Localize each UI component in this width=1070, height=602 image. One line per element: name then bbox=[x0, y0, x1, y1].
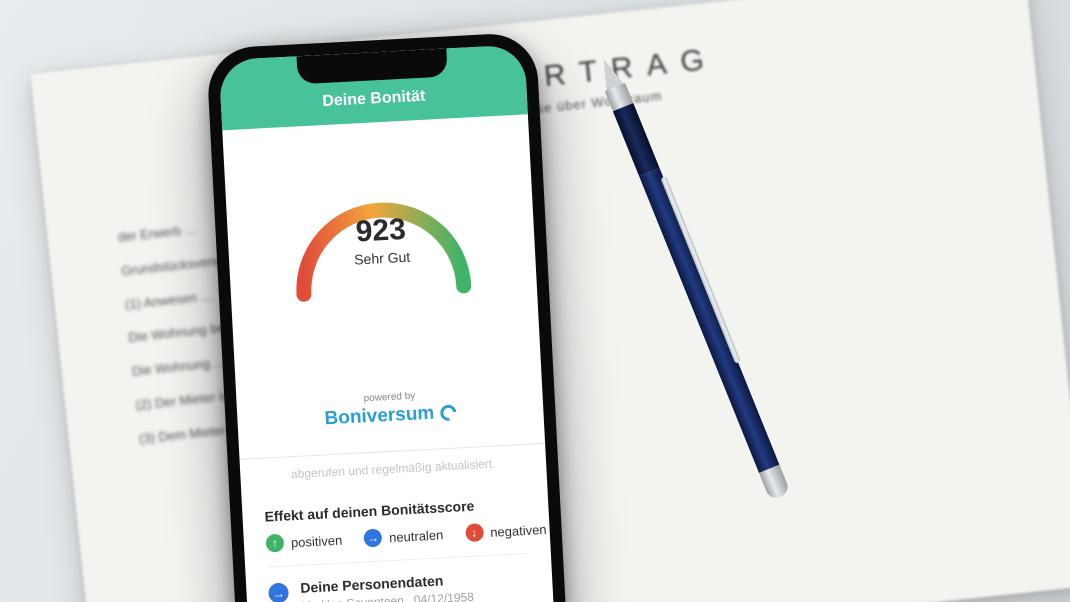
app-header-title: Deine Bonität bbox=[322, 88, 426, 110]
personal-data-row[interactable]: → Deine Personendaten Mr. Uno Seventeen … bbox=[267, 553, 532, 602]
credit-score-gauge: 923 Sehr Gut powered by Boniversum bbox=[222, 114, 544, 445]
legend-positive-label: positiven bbox=[291, 532, 343, 550]
brand-logo: Boniversum bbox=[324, 401, 457, 430]
arrow-right-icon: → bbox=[364, 529, 383, 548]
update-note: abgerufen und regelmäßig aktualisiert. bbox=[240, 444, 548, 498]
legend-neutral: → neutralen bbox=[364, 525, 444, 547]
arrow-right-icon: → bbox=[268, 582, 289, 602]
effect-section-title: Effekt auf deinen Bonitätsscore bbox=[264, 495, 526, 525]
legend-positive: ↑ positiven bbox=[265, 531, 342, 553]
smartphone: Deine Bonität bbox=[206, 32, 568, 602]
brand-name: Boniversum bbox=[324, 403, 435, 431]
effect-section: Effekt auf deinen Bonitätsscore ↑ positi… bbox=[242, 494, 554, 602]
phone-screen: Deine Bonität bbox=[219, 44, 556, 602]
effect-legend: ↑ positiven → neutralen ↓ negativen bbox=[265, 521, 528, 553]
legend-negative: ↓ negativen bbox=[465, 520, 547, 542]
brand-c-icon bbox=[437, 402, 459, 424]
legend-neutral-label: neutralen bbox=[389, 527, 444, 545]
scene: MIETVERTRAG für Wohnverhältnisse über Wo… bbox=[0, 0, 1070, 602]
arrow-down-icon: ↓ bbox=[465, 523, 484, 542]
legend-negative-label: negativen bbox=[490, 521, 547, 539]
arrow-up-icon: ↑ bbox=[265, 534, 284, 553]
